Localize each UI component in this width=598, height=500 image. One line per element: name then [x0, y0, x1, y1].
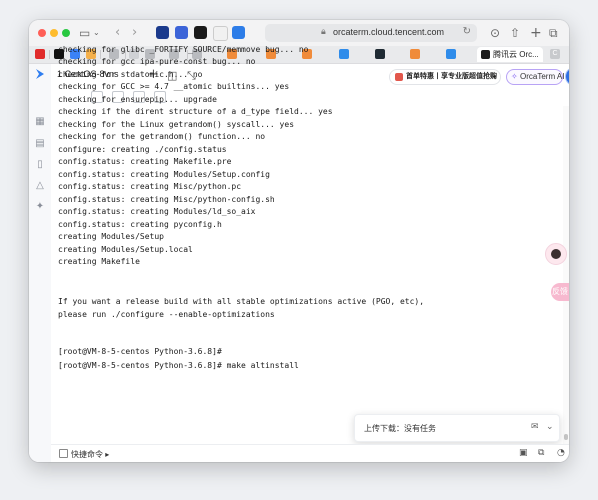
terminal-line: please run ./configure --enable-optimiza… [58, 310, 275, 319]
terminal-line: config.status: creating Misc/python-conf… [58, 195, 275, 204]
user-avatar[interactable] [565, 67, 569, 86]
scrollbar-thumb[interactable] [564, 434, 568, 440]
mail-icon[interactable]: ✉ [531, 422, 539, 432]
terminal-line: checking for the getrandom() function...… [58, 132, 266, 141]
youtube-tab-icon[interactable] [35, 49, 45, 59]
terminal-line: checking for GCC >= 4.7 __atomic builtin… [58, 82, 290, 91]
tab-icon-cloud[interactable] [446, 49, 456, 59]
grid-icon[interactable]: ▦ [34, 116, 46, 128]
terminal-line: creating Modules/Setup [58, 232, 164, 241]
keyboard-icon [59, 449, 68, 458]
title-bar: ▭ ⌄ ‹ › 🔒︎ orcaterm.cloud.tencent.com ↻ … [29, 20, 569, 46]
maximize-window-button[interactable] [62, 29, 70, 37]
upload-download-panel: 上传下载：没有任务 ✉ ⌄ [354, 414, 560, 442]
address-text: orcaterm.cloud.tencent.com [333, 27, 445, 37]
tab-icon-orange[interactable] [410, 49, 420, 59]
download-icon[interactable]: ⊙ [490, 25, 500, 41]
promo-label: 首单特惠丨享专业版超值抢购 [406, 73, 497, 80]
github-extension-icon[interactable] [194, 26, 207, 39]
bell-icon[interactable]: ◔ [557, 448, 565, 458]
reload-icon[interactable]: ↻ [463, 26, 471, 37]
topology-icon[interactable]: △ [34, 180, 46, 192]
upload-status: 上传下载：没有任务 [364, 424, 436, 433]
active-tab-title: 腾讯云 Orc... [493, 50, 539, 59]
gift-icon [395, 73, 403, 81]
terminal-line: checking for stdatomic.h... no [58, 70, 203, 79]
terminal-line: [root@VM-8-5-centos Python-3.6.8]# [58, 347, 222, 356]
lock-icon: 🔒︎ [321, 27, 326, 37]
bottom-bar: 快捷命令 ▸ ▣ ⧉ ◔ [51, 444, 569, 462]
terminal-line: configure: creating ./config.status [58, 145, 227, 154]
terminal-line: [root@VM-8-5-centos Python-3.6.8]# make … [58, 361, 299, 370]
active-tab[interactable]: 腾讯云 Orc... [477, 47, 543, 62]
avatar-extension-icon[interactable] [213, 26, 228, 41]
chevron-down-icon[interactable]: ⌄ [546, 422, 554, 432]
chevron-down-icon[interactable]: ⌄ [93, 25, 100, 41]
app-sidebar: ▦ ▤ ▯ △ ✦ [29, 64, 52, 462]
tab-overview-icon[interactable]: ⧉ [549, 25, 558, 41]
back-button[interactable]: ‹ [115, 25, 120, 41]
forward-button[interactable]: › [132, 25, 137, 41]
pinned-tab[interactable]: C [550, 49, 560, 59]
assistant-avatar[interactable] [545, 243, 567, 265]
browser-window: ▭ ⌄ ‹ › 🔒︎ orcaterm.cloud.tencent.com ↻ … [29, 20, 569, 462]
assistant-face [551, 249, 561, 259]
orcaterm-ai-button[interactable]: ✧ OrcaTerm AI [506, 69, 565, 85]
terminal-line: checking if the dirent structure of a d_… [58, 107, 333, 116]
orcaterm-logo[interactable] [34, 68, 46, 80]
promo-dropdown[interactable]: 首单特惠丨享专业版超值抢购 ▾ [389, 69, 501, 85]
terminal-line: creating Modules/Setup.local [58, 245, 193, 254]
terminal-line: checking for ensurepip... upgrade [58, 95, 217, 104]
terminal-line: checking for gcc ipa-pure-const bug... n… [58, 57, 256, 66]
terminal-line: config.status: creating Misc/python.pc [58, 182, 242, 191]
share-icon[interactable]: ⇧ [510, 25, 520, 41]
translate-extension-icon[interactable] [156, 26, 169, 39]
chevron-down-icon: ▾ [492, 73, 496, 81]
close-window-button[interactable] [38, 29, 46, 37]
terminal-line: creating Makefile [58, 257, 140, 266]
sidebar-toggle-icon[interactable]: ▭ [79, 25, 90, 41]
terminal-line: checking for glibc _FORTIFY_SOURCE/memmo… [58, 45, 309, 54]
ai-button-label: OrcaTerm AI [520, 72, 565, 81]
terminal-line: config.status: creating pyconfig.h [58, 220, 222, 229]
address-bar[interactable]: 🔒︎ orcaterm.cloud.tencent.com ↻ [265, 24, 477, 42]
terminal-line: If you want a release build with all sta… [58, 297, 425, 306]
terminal-scrollbar[interactable] [563, 106, 569, 444]
terminal-line: checking for the Linux getrandom() sysca… [58, 120, 295, 129]
terminal-line: config.status: creating Modules/Setup.co… [58, 170, 270, 179]
terminal-tab-icon [481, 50, 490, 59]
terminal-output[interactable]: checking for glibc _FORTIFY_SOURCE/memmo… [51, 45, 561, 444]
feedback-button[interactable]: 反馈 [551, 283, 569, 301]
quick-command-button[interactable]: 快捷命令 ▸ [59, 449, 109, 460]
bookmark-extension-icon[interactable] [175, 26, 188, 39]
terminal-line: config.status: creating Makefile.pre [58, 157, 232, 166]
minimize-window-button[interactable] [50, 29, 58, 37]
tab-icon-cloud[interactable] [339, 49, 349, 59]
sparkle-icon: ✧ [511, 72, 518, 81]
bird-extension-icon[interactable] [232, 26, 245, 39]
server-icon[interactable]: ▤ [34, 138, 46, 150]
calendar-icon[interactable]: ▣ [519, 448, 528, 458]
terminal-line: config.status: creating Modules/ld_so_ai… [58, 207, 256, 216]
new-tab-icon[interactable]: + [530, 25, 542, 41]
layout-icon[interactable]: ⧉ [538, 448, 544, 458]
quick-command-label: 快捷命令 [71, 450, 103, 459]
plugin-icon[interactable]: ✦ [34, 201, 46, 213]
file-icon[interactable]: ▯ [34, 159, 46, 171]
terminal-tab-icon[interactable] [375, 49, 385, 59]
